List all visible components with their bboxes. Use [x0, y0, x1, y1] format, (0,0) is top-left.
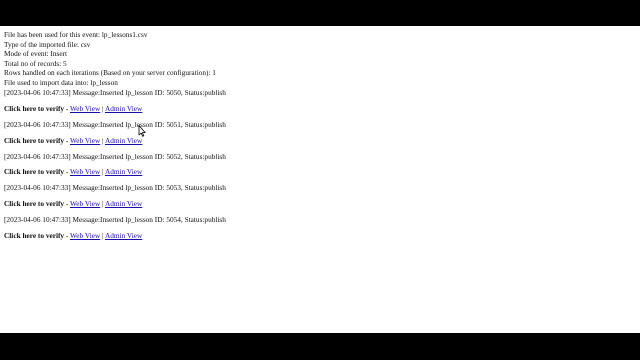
verify-row-5050: Click here to verify - Web View | Admin … [4, 104, 624, 114]
log-entry-5054: [2023-04-06 10:47:33] Message:Inserted l… [4, 215, 226, 225]
verify-label: Click here to verify [4, 231, 65, 241]
verify-label: Click here to verify [4, 103, 65, 113]
admin-view-link-5052[interactable]: Admin View [105, 167, 142, 176]
verify-label: Click here to verify [4, 135, 65, 145]
header-line-target: File used to import data into: lp_lesson [4, 77, 118, 87]
verify-label: Click here to verify [4, 167, 65, 177]
admin-view-link-5051[interactable]: Admin View [105, 136, 142, 145]
log-entry-5051: [2023-04-06 10:47:33] Message:Inserted l… [4, 119, 226, 129]
admin-view-link-5054[interactable]: Admin View [105, 231, 142, 240]
web-view-link-5054[interactable]: Web View [70, 231, 100, 240]
verify-row-5051: Click here to verify - Web View | Admin … [4, 136, 624, 146]
import-log-page: File has been used for this event: lp_le… [0, 26, 640, 333]
web-view-link-5052[interactable]: Web View [70, 167, 100, 176]
mouse-pointer-icon [138, 125, 146, 137]
verify-row-5054: Click here to verify - Web View | Admin … [4, 231, 624, 241]
link-separator: | [102, 135, 104, 145]
log-entry-5053: [2023-04-06 10:47:33] Message:Inserted l… [4, 183, 226, 193]
link-separator: | [102, 199, 104, 209]
letterbox-top [0, 0, 640, 26]
header-line-file: File has been used for this event: lp_le… [4, 30, 148, 39]
header-line-type: Type of the imported file: csv [4, 39, 91, 49]
header-line-rows: Rows handled on each iterations (Based o… [4, 68, 216, 78]
letterbox-bottom [0, 333, 640, 360]
verify-row-5053: Click here to verify - Web View | Admin … [4, 199, 624, 209]
link-separator: | [102, 103, 104, 113]
web-view-link-5050[interactable]: Web View [70, 104, 100, 113]
admin-view-link-5053[interactable]: Admin View [105, 199, 142, 208]
verify-row-5052: Click here to verify - Web View | Admin … [4, 167, 624, 177]
import-log-content: File has been used for this event: lp_le… [4, 30, 624, 241]
header-line-mode: Mode of event: Insert [4, 49, 68, 59]
log-entry-5052: [2023-04-06 10:47:33] Message:Inserted l… [4, 151, 226, 161]
web-view-link-5053[interactable]: Web View [70, 199, 100, 208]
admin-view-link-5050[interactable]: Admin View [105, 104, 142, 113]
log-entry-5050: [2023-04-06 10:47:33] Message:Inserted l… [4, 87, 226, 97]
header-line-total: Total no of records: 5 [4, 58, 67, 68]
web-view-link-5051[interactable]: Web View [70, 136, 100, 145]
link-separator: | [102, 167, 104, 177]
verify-label: Click here to verify [4, 199, 65, 209]
link-separator: | [102, 231, 104, 241]
